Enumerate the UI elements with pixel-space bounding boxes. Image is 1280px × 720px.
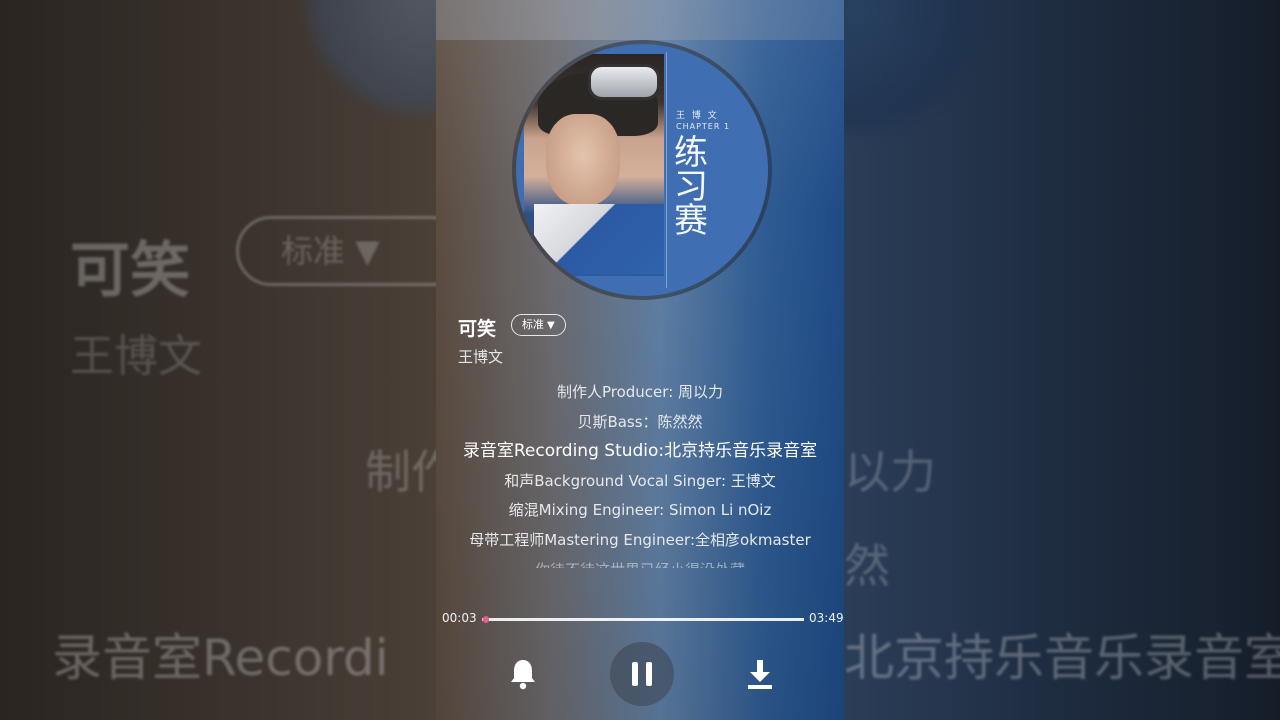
cover-divider	[666, 52, 667, 288]
cover-artist-text: 王 博 文	[676, 111, 719, 121]
album-cover-disc[interactable]: 王 博 文 CHAPTER 1 练习赛	[516, 44, 768, 296]
pause-button[interactable]	[610, 642, 674, 706]
background-right: 以力 然 北京持乐音乐录音室	[844, 0, 1280, 720]
background-lyric: 制作	[365, 445, 436, 499]
cover-chapter-text: CHAPTER 1	[676, 122, 731, 131]
current-time: 00:03	[442, 611, 477, 625]
caret-down-icon: ▼	[547, 320, 555, 331]
quality-selector[interactable]: 标准 ▼	[511, 314, 566, 336]
background-lyric: 然	[844, 539, 890, 593]
background-left: 可笑 标准 ▼ 王博文 制作 录音室Recordi	[0, 0, 436, 720]
cover-goggles	[588, 64, 660, 100]
progress-bar[interactable]	[482, 616, 804, 623]
background-lyric: 录音室Recordi	[52, 629, 389, 687]
lyric-line: 贝斯Bass：陈然然	[577, 412, 703, 431]
cover-photo	[524, 54, 664, 276]
lyric-line-active: 录音室Recording Studio:北京持乐音乐录音室	[462, 441, 818, 462]
download-icon	[748, 660, 772, 689]
progress-handle[interactable]	[483, 616, 490, 623]
lyric-line: 制作人Producer: 周以力	[556, 383, 724, 401]
download-button[interactable]	[742, 654, 778, 694]
cover-face	[546, 114, 620, 206]
background-title: 可笑	[70, 236, 190, 306]
background-lyric: 北京持乐音乐录音室	[844, 629, 1280, 687]
background-lyric: 以力	[844, 445, 936, 499]
lyric-line: 你待不待这世界已经小得没处藏	[436, 556, 844, 568]
top-strip	[436, 0, 844, 40]
song-title: 可笑	[458, 318, 497, 340]
lyric-line: 缩混Mixing Engineer: Simon Li nOiz	[508, 501, 772, 520]
artist-name[interactable]: 王博文	[458, 346, 503, 367]
pause-icon	[628, 662, 656, 686]
lyric-line: 母带工程师Mastering Engineer:全相彦okmaster	[469, 530, 811, 549]
bell-button[interactable]	[506, 654, 540, 694]
total-time: 03:49	[809, 611, 844, 625]
player-screen: 王 博 文 CHAPTER 1 练习赛 可笑 标准 ▼ 王博文 制作人Produc…	[436, 0, 844, 720]
background-disc	[300, 0, 436, 120]
bell-icon	[511, 660, 535, 690]
background-badge: 标准 ▼	[236, 216, 436, 286]
lyric-line: 和声Background Vocal Singer: 王博文	[504, 471, 776, 490]
quality-label: 标准	[522, 318, 544, 331]
cover-album-title: 练习赛	[674, 133, 708, 241]
cover-collar	[534, 204, 664, 274]
background-artist: 王博文	[70, 331, 202, 382]
lyrics-panel[interactable]: 制作人Producer: 周以力 贝斯Bass：陈然然 录音室Recording…	[436, 378, 844, 568]
background-disc	[844, 0, 984, 140]
